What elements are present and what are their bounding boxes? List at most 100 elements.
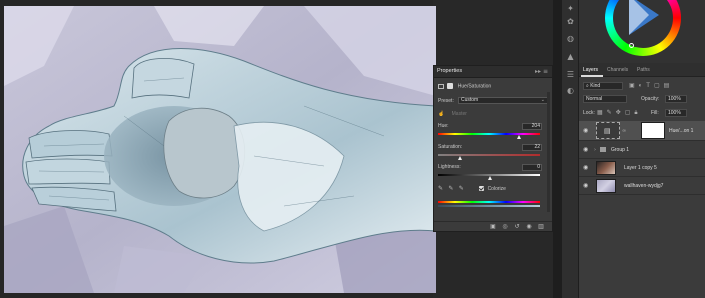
visibility-eye-icon[interactable]: ◉: [583, 128, 588, 134]
layer-filter-value: Kind: [590, 83, 601, 89]
photoshop-window: Properties ▸▸ ≡ Hue/Saturation Preset: C…: [0, 0, 705, 298]
opacity-label: Opacity:: [641, 96, 660, 102]
visibility-eye-icon[interactable]: ◉: [583, 183, 588, 189]
canvas-area[interactable]: [0, 0, 436, 298]
link-icon[interactable]: ∞: [622, 128, 626, 134]
blend-row: Normal Opacity: 100%: [581, 95, 703, 104]
hue-label: Hue:: [438, 123, 449, 129]
visibility-eye-icon[interactable]: ◉: [583, 147, 588, 153]
document-canvas[interactable]: [4, 6, 436, 293]
adjustment-layer-icon[interactable]: [438, 83, 444, 89]
color-picker-marker[interactable]: [629, 43, 634, 48]
lock-row: Lock: ▦ ✎ ✥ ▢ 🔒︎ Fill: 100%: [581, 109, 703, 118]
layer-thumbnail: [596, 179, 616, 193]
tab-layers[interactable]: Layers: [583, 67, 598, 73]
preset-select[interactable]: Custom ⌄: [458, 97, 548, 104]
channel-row: ☝ Master: [438, 111, 548, 117]
hue-value-field[interactable]: 204: [522, 123, 542, 130]
lightness-slider-thumb[interactable]: [487, 176, 492, 180]
clip-to-layer-icon[interactable]: ▣: [490, 224, 496, 230]
adjustment-label: Hue/Saturation: [457, 83, 492, 90]
layer-name[interactable]: Hue/...on 1: [669, 128, 693, 134]
ice-hand-artwork: [4, 6, 436, 293]
channel-select[interactable]: Master: [452, 111, 467, 117]
opacity-field[interactable]: 100%: [665, 95, 687, 103]
hue-slider-thumb[interactable]: [516, 135, 521, 139]
checkmark-icon: [479, 186, 485, 192]
pixel-filter-icon[interactable]: ▣: [629, 82, 635, 89]
mask-thumbnail[interactable]: [641, 122, 665, 139]
color-wheel[interactable]: [605, 0, 681, 56]
lock-artboard-icon[interactable]: ▢: [625, 109, 631, 116]
preset-label: Preset:: [438, 98, 454, 104]
layer-name[interactable]: Group 1: [611, 147, 629, 153]
hand-target-icon[interactable]: ☝: [438, 111, 444, 117]
brush-settings-icon[interactable]: ✿: [566, 17, 575, 26]
properties-footer: ▣ ◎ ↺ ◉ ▥: [434, 221, 552, 231]
visibility-eye-icon[interactable]: ◉: [583, 165, 588, 171]
lightness-row: Lightness: 0: [438, 164, 548, 172]
blend-mode-select[interactable]: Normal: [583, 95, 627, 103]
layer-name[interactable]: Layer 1 copy 5: [624, 165, 657, 171]
panel-menu-icon[interactable]: ▸▸ ≡: [535, 68, 548, 75]
panel-divider: [553, 0, 562, 298]
properties-scrollbar[interactable]: [547, 92, 550, 212]
saturation-value-field[interactable]: 22: [522, 144, 542, 151]
visibility-eye-icon[interactable]: ◉: [526, 224, 532, 230]
clone-source-icon[interactable]: ◍: [566, 34, 575, 43]
trash-icon[interactable]: ▥: [538, 224, 544, 230]
tab-channels[interactable]: Channels: [607, 67, 628, 73]
adjustment-layer-icon: ▤: [604, 127, 611, 135]
layer-row[interactable]: ◉ Layer 1 copy 5: [579, 159, 705, 177]
color-wheel-inner: [613, 0, 673, 48]
layer-row[interactable]: ◉ › Group 1: [579, 141, 705, 159]
eyedropper-icon[interactable]: ✎: [438, 186, 444, 192]
adjustment-filter-icon[interactable]: ◐: [639, 83, 643, 89]
mask-icon[interactable]: [447, 83, 454, 89]
eyedropper-plus-icon[interactable]: ✎: [448, 186, 454, 192]
lock-transparent-icon[interactable]: ▦: [597, 109, 603, 116]
properties-tabbar: Properties ▸▸ ≡: [434, 66, 552, 78]
fill-field[interactable]: 100%: [665, 109, 687, 117]
layer-filter-icons: ▣ ◐ T ▢ ▤: [629, 82, 673, 89]
saturation-row: Saturation: 22: [438, 144, 548, 152]
adjustment-header: Hue/Saturation: [438, 83, 548, 89]
properties-tab[interactable]: Properties: [437, 68, 462, 74]
right-panel-column: Layers Channels Paths ⌕ Kind ▣ ◐ T ▢ ▤ Norma…: [579, 0, 705, 298]
chevron-right-icon[interactable]: ›: [594, 147, 596, 153]
type-filter-icon[interactable]: T: [646, 83, 650, 89]
view-previous-icon[interactable]: ◎: [502, 224, 508, 230]
lightness-value-field[interactable]: 0: [522, 164, 542, 171]
lightness-label: Lightness:: [438, 164, 461, 170]
lock-all-icon[interactable]: 🔒︎: [634, 110, 637, 117]
adjustments-icon[interactable]: ◐: [566, 86, 575, 95]
tab-paths[interactable]: Paths: [637, 67, 650, 73]
layer-filter-row: ⌕ Kind ▣ ◐ T ▢ ▤: [581, 82, 703, 91]
eyedropper-minus-icon[interactable]: ✎: [459, 186, 465, 192]
properties-icon[interactable]: ☰: [566, 70, 575, 79]
lock-label: Lock:: [583, 110, 595, 116]
shape-filter-icon[interactable]: ▢: [654, 82, 660, 89]
layers-tabbar: Layers Channels Paths: [579, 63, 705, 77]
saturation-slider-track[interactable]: [438, 154, 540, 156]
colorize-checkbox[interactable]: [479, 186, 486, 192]
reset-icon[interactable]: ↺: [514, 224, 520, 230]
panel-icon-strip: ✦ ✿ ◍ ▲ ☰ ◐: [562, 0, 579, 298]
output-spectrum-bar: [438, 205, 540, 207]
layer-name[interactable]: wallhaven-wydjg7: [624, 183, 663, 189]
eyedropper-row: ✎ ✎ ✎ Colorize: [438, 186, 548, 192]
saturation-label: Saturation:: [438, 144, 463, 150]
swatches-icon[interactable]: ▲: [566, 52, 575, 61]
layer-filter-select[interactable]: ⌕ Kind: [583, 82, 623, 90]
saturation-slider-thumb[interactable]: [458, 156, 463, 160]
hue-slider-track[interactable]: [438, 133, 540, 135]
smart-filter-icon[interactable]: ▤: [664, 82, 670, 89]
history-icon[interactable]: ✦: [566, 4, 575, 13]
folder-icon: [600, 147, 606, 152]
layer-row[interactable]: ◉ ▤ ∞ Hue/...on 1: [579, 121, 705, 141]
lock-position-icon[interactable]: ✥: [616, 109, 621, 116]
lock-pixels-icon[interactable]: ✎: [607, 109, 612, 116]
color-panel: [579, 0, 705, 63]
layer-row[interactable]: ◉ wallhaven-wydjg7: [579, 177, 705, 195]
input-spectrum-bar: [438, 201, 540, 203]
